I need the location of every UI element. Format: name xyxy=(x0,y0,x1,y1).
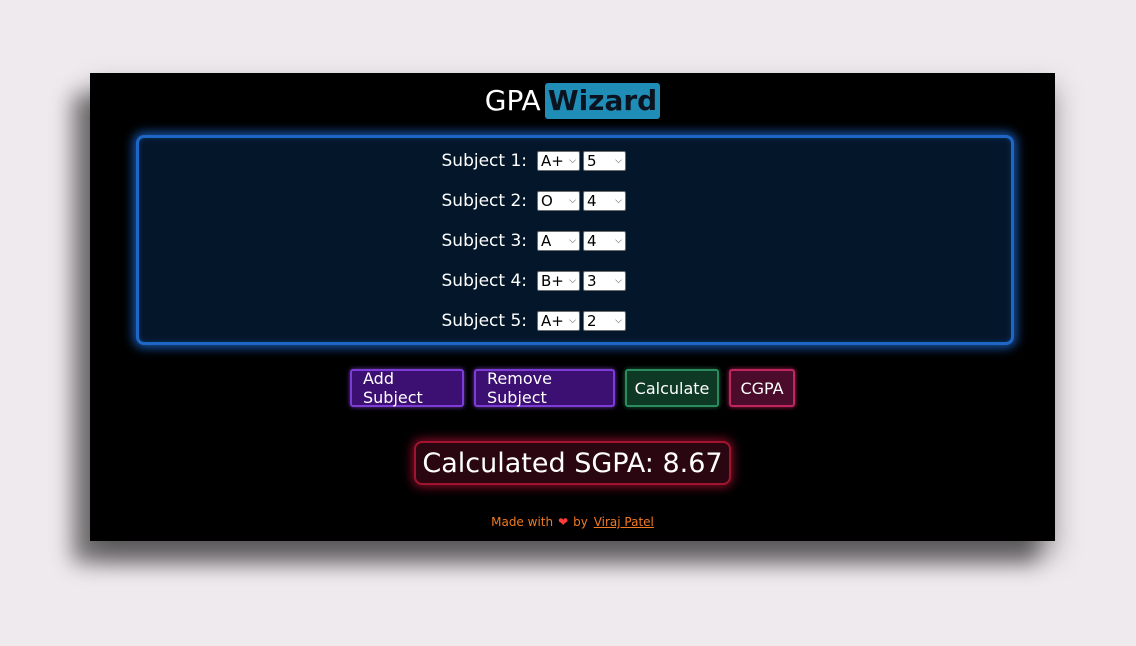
grade-select[interactable]: A+ ⌵ xyxy=(537,311,580,331)
chevron-down-icon: ⌵ xyxy=(615,276,622,286)
credits-select[interactable]: 5 ⌵ xyxy=(583,151,626,171)
subject-label: Subject 2: xyxy=(441,191,528,211)
title-brand: Wizard xyxy=(544,83,661,119)
subject-row: Subject 3: A ⌵ 4 ⌵ xyxy=(139,229,1011,253)
grade-select[interactable]: A+ ⌵ xyxy=(537,151,580,171)
heart-icon: ❤ xyxy=(558,515,569,529)
footer: Made with ❤ by Viraj Patel xyxy=(90,513,1055,531)
chevron-down-icon: ⌵ xyxy=(615,156,622,166)
subject-row: Subject 4: B+ ⌵ 3 ⌵ xyxy=(139,269,1011,293)
chevron-down-icon: ⌵ xyxy=(569,196,576,206)
credits-select[interactable]: 3 ⌵ xyxy=(583,271,626,291)
footer-made-with: Made with xyxy=(491,515,554,529)
credits-value: 4 xyxy=(587,232,597,250)
author-link[interactable]: Viraj Patel xyxy=(594,515,654,529)
subject-row: Subject 2: O ⌵ 4 ⌵ xyxy=(139,189,1011,213)
credits-select[interactable]: 2 ⌵ xyxy=(583,311,626,331)
subject-label: Subject 1: xyxy=(441,151,528,171)
subject-row: Subject 1: A+ ⌵ 5 ⌵ xyxy=(139,149,1011,173)
grade-value: A+ xyxy=(541,152,564,170)
chevron-down-icon: ⌵ xyxy=(615,196,622,206)
credits-select[interactable]: 4 ⌵ xyxy=(583,231,626,251)
sgpa-result: Calculated SGPA: 8.67 xyxy=(414,441,731,485)
add-subject-button[interactable]: Add Subject xyxy=(350,369,464,407)
credits-value: 2 xyxy=(587,312,597,330)
footer-by: by xyxy=(573,515,588,529)
result-area: Calculated SGPA: 8.67 xyxy=(90,441,1055,485)
subject-row: Subject 5: A+ ⌵ 2 ⌵ xyxy=(139,309,1011,333)
chevron-down-icon: ⌵ xyxy=(615,316,622,326)
grade-select[interactable]: O ⌵ xyxy=(537,191,580,211)
title-prefix: GPA xyxy=(484,84,541,117)
grade-value: O xyxy=(541,192,553,210)
credits-select[interactable]: 4 ⌵ xyxy=(583,191,626,211)
chevron-down-icon: ⌵ xyxy=(569,276,576,286)
calculate-button[interactable]: Calculate xyxy=(625,369,719,407)
chevron-down-icon: ⌵ xyxy=(569,156,576,166)
credits-value: 4 xyxy=(587,192,597,210)
page: GPA Wizard Subject 1: A+ ⌵ 5 ⌵ Subject 2: O… xyxy=(0,0,1136,646)
subject-label: Subject 5: xyxy=(441,311,528,331)
grade-value: B+ xyxy=(541,272,564,290)
chevron-down-icon: ⌵ xyxy=(569,236,576,246)
grade-value: A xyxy=(541,232,552,250)
subject-label: Subject 3: xyxy=(441,231,528,251)
page-title: GPA Wizard xyxy=(90,83,1055,119)
credits-value: 3 xyxy=(587,272,597,290)
grade-select[interactable]: A ⌵ xyxy=(537,231,580,251)
cgpa-button[interactable]: CGPA xyxy=(729,369,795,407)
chevron-down-icon: ⌵ xyxy=(615,236,622,246)
chevron-down-icon: ⌵ xyxy=(569,316,576,326)
action-buttons: Add Subject Remove Subject Calculate CGP… xyxy=(90,369,1055,407)
grade-value: A+ xyxy=(541,312,564,330)
subjects-panel: Subject 1: A+ ⌵ 5 ⌵ Subject 2: O ⌵ 4 ⌵ Subje… xyxy=(136,135,1014,345)
remove-subject-button[interactable]: Remove Subject xyxy=(474,369,615,407)
subject-label: Subject 4: xyxy=(441,271,528,291)
gpa-wizard-app: GPA Wizard Subject 1: A+ ⌵ 5 ⌵ Subject 2: O… xyxy=(90,73,1055,541)
grade-select[interactable]: B+ ⌵ xyxy=(537,271,580,291)
credits-value: 5 xyxy=(587,152,597,170)
